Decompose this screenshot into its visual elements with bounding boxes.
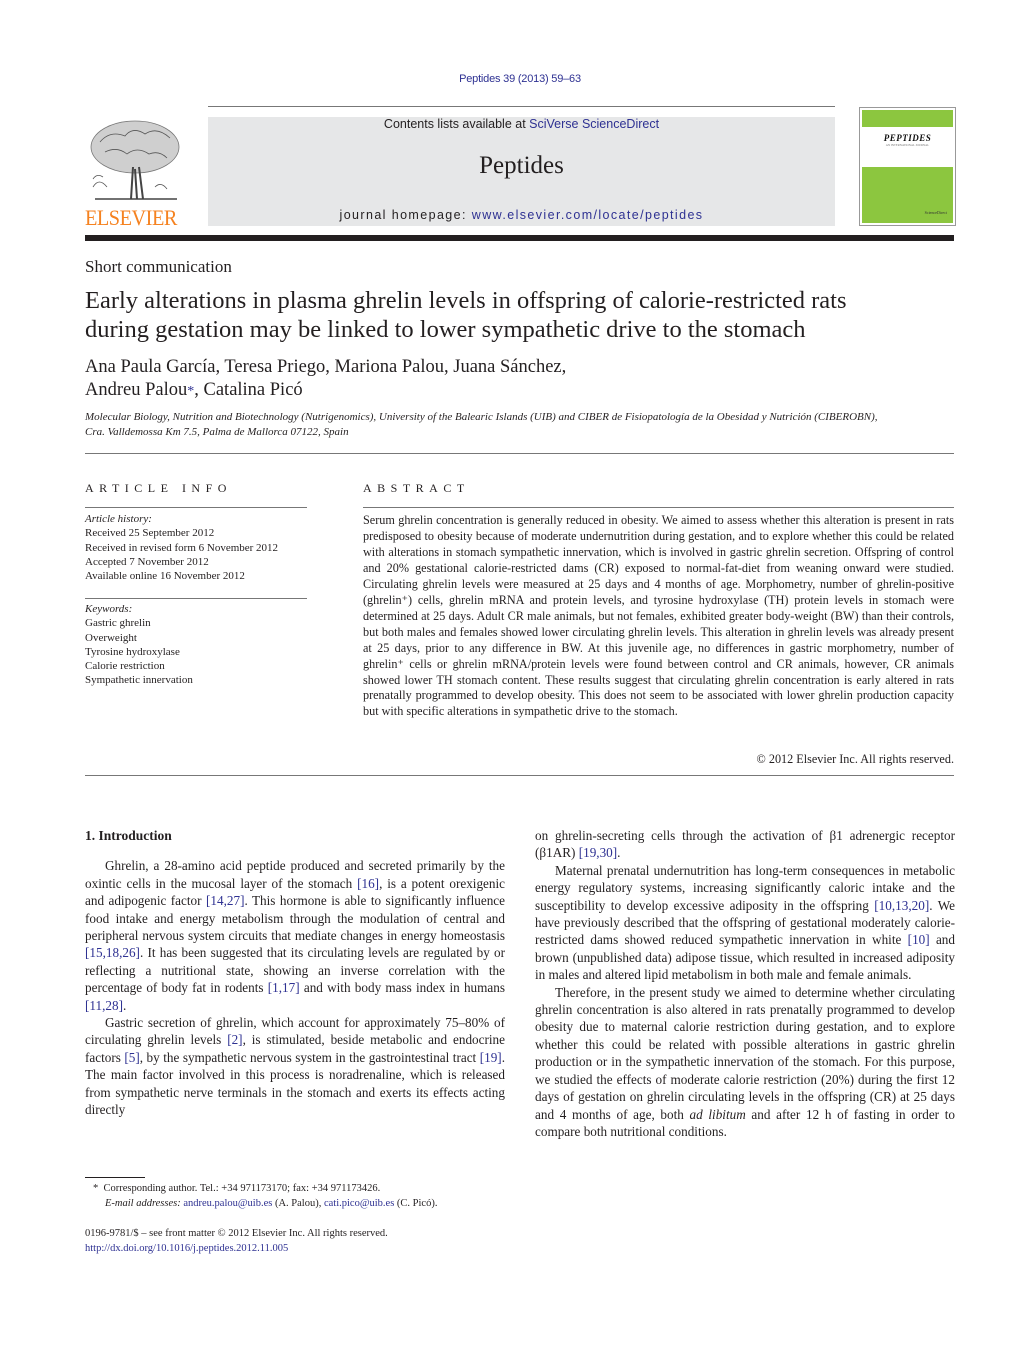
cover-title: PEPTIDES: [883, 133, 932, 143]
cover-publisher: ScienceDirect: [924, 210, 947, 215]
abstract-heading: ABSTRACT: [363, 481, 470, 495]
history-item: Received 25 September 2012: [85, 527, 215, 540]
citation-link[interactable]: [19]: [480, 1050, 502, 1065]
paragraph-continued: on ghrelin-secreting cells through the a…: [535, 828, 955, 861]
doi-link[interactable]: http://dx.doi.org/10.1016/j.peptides.201…: [85, 1243, 288, 1254]
footnote-rule: [85, 1177, 145, 1178]
citation-link[interactable]: [2]: [227, 1032, 242, 1047]
divider: [85, 775, 954, 776]
divider: [363, 507, 954, 508]
email-link-pico[interactable]: cati.pico@uib.es: [324, 1198, 394, 1209]
journal-citation[interactable]: Peptides 39 (2013) 59–63: [0, 73, 1021, 85]
italic-term: ad libitum: [689, 1106, 746, 1122]
journal-name: Peptides: [479, 152, 564, 179]
footnote-star: *: [93, 1183, 99, 1194]
email-link-palou[interactable]: andreu.palou@uib.es: [183, 1198, 272, 1209]
email-owner: (C. Picó).: [394, 1198, 438, 1209]
front-matter-text: 0196-9781/$ – see front matter © 2012 El…: [85, 1228, 388, 1239]
paragraph: Maternal prenatal undernutrition has lon…: [535, 862, 955, 983]
abstract-text: Serum ghrelin concentration is generally…: [363, 513, 954, 719]
affiliation-line-1: Molecular Biology, Nutrition and Biotech…: [85, 411, 878, 423]
paragraph: Gastric secretion of ghrelin, which acco…: [85, 1015, 505, 1118]
corresponding-footnote: * Corresponding author. Tel.: +34 971173…: [85, 1181, 515, 1196]
author-list: Ana Paula García, Teresa Priego, Mariona…: [85, 356, 885, 403]
citation-link[interactable]: [16]: [357, 876, 379, 891]
history-item: Available online 16 November 2012: [85, 570, 245, 583]
affiliation: Molecular Biology, Nutrition and Biotech…: [85, 410, 965, 440]
authors-line-1: Ana Paula García, Teresa Priego, Mariona…: [85, 357, 567, 377]
keyword: Calorie restriction: [85, 660, 165, 673]
citation-link[interactable]: [14,27]: [206, 893, 244, 908]
title-line-2: during gestation may be linked to lower …: [85, 316, 806, 343]
email-footnote: E-mail addresses: andreu.palou@uib.es (A…: [85, 1196, 515, 1211]
divider: [85, 453, 954, 454]
keywords-label: Keywords:: [85, 603, 133, 615]
citation-link[interactable]: [10]: [908, 932, 930, 947]
citation-link[interactable]: [15,18,26]: [85, 945, 140, 960]
citation-link[interactable]: [11,28]: [85, 998, 123, 1013]
citation-link[interactable]: [19,30]: [579, 845, 617, 860]
cover-title-area: PEPTIDES AN INTERNATIONAL JOURNAL: [862, 127, 953, 167]
contents-line: Contents lists available at SciVerse Sci…: [208, 117, 835, 131]
header-thick-rule: [85, 235, 954, 241]
keyword: Tyrosine hydroxylase: [85, 645, 180, 658]
sciencedirect-link[interactable]: SciVerse ScienceDirect: [529, 117, 659, 131]
journal-homepage: journal homepage: www.elsevier.com/locat…: [208, 208, 835, 222]
corresponding-text: Corresponding author. Tel.: +34 97117317…: [103, 1183, 381, 1194]
paragraph: Therefore, in the present study we aimed…: [535, 984, 955, 1139]
journal-cover-thumbnail[interactable]: PEPTIDES AN INTERNATIONAL JOURNAL Scienc…: [859, 107, 956, 226]
cover-top-band: [862, 110, 953, 127]
section-heading: 1. Introduction: [85, 828, 172, 843]
citation-link[interactable]: [5]: [124, 1050, 139, 1065]
article-history: Article history: Received 25 September 2…: [85, 512, 315, 583]
cover-bottom-band: ScienceDirect: [862, 167, 953, 223]
title-line-1: Early alterations in plasma ghrelin leve…: [85, 287, 847, 314]
article-title: Early alterations in plasma ghrelin leve…: [85, 286, 965, 344]
homepage-link[interactable]: www.elsevier.com/locate/peptides: [472, 208, 704, 222]
paragraph: Ghrelin, a 28-amino acid peptide produce…: [85, 858, 506, 1013]
keyword: Overweight: [85, 631, 137, 644]
keywords: Keywords: Gastric ghrelin Overweight Tyr…: [85, 602, 315, 688]
authors-line-2: Andreu Palou*, Catalina Picó: [85, 379, 885, 403]
article-type: Short communication: [85, 257, 232, 276]
article-info-heading: ARTICLE INFO: [85, 481, 232, 495]
history-label: Article history:: [85, 513, 152, 525]
email-owner: (A. Palou),: [272, 1198, 324, 1209]
citation-link[interactable]: [10,13,20]: [874, 898, 929, 913]
front-matter: 0196-9781/$ – see front matter © 2012 El…: [85, 1226, 515, 1256]
citation-link[interactable]: [1,17]: [268, 980, 300, 995]
body-column-left: 1. Introduction Ghrelin, a 28-amino acid…: [85, 827, 505, 1119]
keyword: Sympathetic innervation: [85, 674, 193, 687]
email-label: E-mail addresses:: [105, 1198, 184, 1209]
homepage-prefix: journal homepage:: [339, 208, 472, 222]
author-name: , Catalina Picó: [194, 380, 303, 400]
abstract-copyright: © 2012 Elsevier Inc. All rights reserved…: [756, 752, 954, 766]
cover-subtitle: AN INTERNATIONAL JOURNAL: [885, 143, 930, 147]
affiliation-line-2: Cra. Valldemossa Km 7.5, Palma de Mallor…: [85, 426, 349, 438]
elsevier-wordmark: ELSEVIER: [85, 205, 177, 230]
body-column-right: on ghrelin-secreting cells through the a…: [535, 827, 955, 1140]
divider: [85, 598, 307, 599]
history-item: Received in revised form 6 November 2012: [85, 541, 279, 554]
divider: [85, 507, 307, 508]
author-name: Andreu Palou: [85, 380, 188, 400]
contents-prefix: Contents lists available at: [383, 117, 530, 131]
header-rule: [208, 106, 835, 107]
footnotes: * Corresponding author. Tel.: +34 971173…: [85, 1181, 515, 1211]
history-item: Accepted 7 November 2012: [85, 555, 209, 568]
keyword: Gastric ghrelin: [85, 617, 151, 630]
